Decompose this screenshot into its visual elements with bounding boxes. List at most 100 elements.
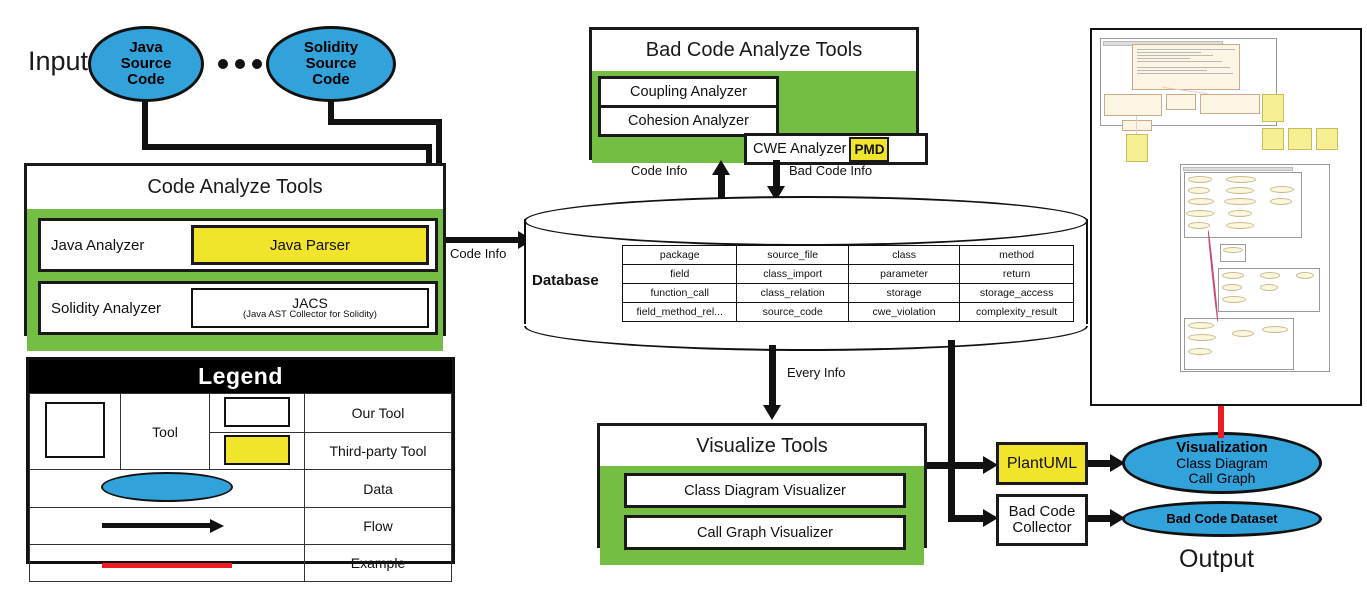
bad-code-collector-box[interactable]: Bad Code Collector	[996, 494, 1088, 546]
bad-code-dataset-node[interactable]: Bad Code Dataset	[1122, 501, 1322, 537]
thumb-node	[1222, 284, 1242, 291]
thumb-node	[1188, 322, 1214, 329]
thumb-class-a	[1104, 94, 1162, 116]
thumb-node	[1188, 222, 1210, 229]
thumb-class-c	[1200, 94, 1260, 114]
legend-tool-swatch-cell	[29, 393, 121, 470]
thumb-note-3	[1288, 128, 1312, 150]
thumb-node	[1270, 186, 1294, 193]
thumb-node	[1188, 334, 1216, 341]
thumb-node	[1232, 330, 1254, 337]
plantuml-box[interactable]: PlantUML	[996, 442, 1088, 485]
thumb-note-5	[1126, 134, 1148, 162]
table-row: field class_import parameter return	[621, 264, 1074, 284]
thumb-node	[1222, 272, 1244, 279]
legend-flow-swatch-cell	[29, 507, 305, 545]
solidity-source-code-node[interactable]: Solidity Source Code	[266, 26, 396, 102]
table-cell: parameter	[847, 264, 961, 284]
legend-row-flow: Flow	[29, 507, 452, 545]
thumb-node	[1270, 198, 1292, 205]
coupling-analyzer-label: Coupling Analyzer	[630, 84, 747, 100]
table-cell: method	[959, 245, 1074, 265]
output-label: Output	[1179, 545, 1255, 573]
connector-java-horizontal	[142, 144, 432, 150]
code-analyze-tools-title: Code Analyze Tools	[147, 176, 323, 198]
thumb-note-2	[1262, 128, 1284, 150]
collector-line: Bad Code	[1008, 502, 1076, 520]
flow-label-every-info: Every Info	[787, 365, 846, 380]
thumb-node	[1188, 176, 1212, 183]
bad-code-analyze-tools-panel: Bad Code Analyze Tools Coupling Analyzer…	[589, 27, 928, 165]
bad-code-analyze-tools-title: Bad Code Analyze Tools	[645, 39, 863, 61]
java-parser-box[interactable]: Java Parser	[191, 225, 429, 265]
jacs-subtitle: (Java AST Collector for Solidity)	[243, 309, 377, 321]
solidity-analyzer-row[interactable]: Solidity Analyzer JACS (Java AST Collect…	[38, 281, 438, 335]
connector-viz-out	[927, 462, 987, 469]
table-cell: storage_access	[959, 283, 1074, 303]
legend-row-example: Example	[29, 544, 452, 582]
visualize-tools-panel: Visualize Tools Class Diagram Visualizer…	[597, 423, 927, 565]
code-analyze-tools-panel: Code Analyze Tools Java Analyzer Java Pa…	[24, 163, 446, 351]
example-screenshot-thumbnail[interactable]	[1090, 28, 1362, 406]
legend: Legend Tool Our Tool Third-party Tool Da…	[26, 357, 455, 582]
tool-box-swatch	[45, 402, 105, 458]
call-graph-visualizer-box[interactable]: Call Graph Visualizer	[624, 515, 906, 550]
thumb-node	[1222, 296, 1246, 303]
legend-example-label-cell: Example	[304, 544, 452, 582]
thumb-node	[1260, 272, 1280, 279]
legend-label: Flow	[363, 518, 393, 534]
bad-code-analyze-tools-body: Coupling Analyzer Cohesion Analyzer CWE …	[592, 71, 928, 165]
thumb-class-main	[1132, 44, 1240, 90]
cwe-analyzer-box[interactable]: CWE Analyzer PMD	[744, 133, 928, 165]
collector-line: Collector	[1012, 519, 1072, 536]
table-cell: field_method_rel...	[621, 302, 738, 322]
visualization-output-node[interactable]: Visualization Class Diagram Call Graph	[1122, 432, 1322, 494]
legend-row-data: Data	[29, 469, 452, 508]
legend-data-swatch-cell	[29, 469, 305, 508]
class-diagram-visualizer-label: Class Diagram Visualizer	[684, 482, 846, 499]
legend-our-tool-label-cell: Our Tool	[304, 393, 452, 433]
flow-label-bad-code-info: Bad Code Info	[789, 163, 873, 178]
thumb-node	[1224, 198, 1256, 205]
node-line: Java	[129, 39, 163, 57]
jacs-title: JACS	[292, 294, 328, 311]
cwe-analyzer-label: CWE Analyzer	[753, 141, 847, 157]
table-cell: source_code	[736, 302, 849, 322]
table-cell: package	[621, 245, 738, 265]
flow-arrow-swatch	[102, 519, 232, 533]
jacs-box[interactable]: JACS (Java AST Collector for Solidity)	[191, 288, 429, 328]
flow-label-code-info-badcode: Code Info	[631, 163, 688, 178]
legend-row-our-tool: Tool Our Tool	[29, 393, 452, 470]
thumb-node	[1223, 247, 1243, 253]
java-analyzer-label: Java Analyzer	[51, 236, 145, 254]
legend-label: Third-party Tool	[329, 443, 427, 459]
table-row: function_call class_relation storage sto…	[621, 283, 1074, 303]
connector-solidity-horizontal	[328, 119, 442, 125]
connector-db-right-down	[948, 340, 955, 467]
thumb-node	[1226, 176, 1256, 183]
table-cell: class_relation	[736, 283, 849, 303]
node-line: Code	[127, 70, 165, 88]
pmd-box[interactable]: PMD	[849, 136, 890, 162]
input-label: Input	[28, 46, 89, 76]
database-schema-table: package source_file class method field c…	[621, 245, 1074, 322]
table-cell: return	[959, 264, 1074, 284]
table-cell: class	[847, 245, 961, 265]
node-line: Source	[120, 55, 172, 73]
legend-title: Legend	[29, 360, 452, 393]
java-analyzer-row[interactable]: Java Analyzer Java Parser	[38, 218, 438, 272]
flow-label-code-info-db: Code Info	[450, 246, 507, 261]
coupling-analyzer-box[interactable]: Coupling Analyzer	[598, 76, 779, 108]
node-line: Code	[312, 70, 350, 88]
diagram-canvas: Input Java Source Code Solidity Source C…	[0, 0, 1367, 593]
legend-example-swatch-cell	[29, 544, 305, 582]
node-line: Source	[305, 55, 357, 73]
connector-badcodeinfo-db	[773, 160, 780, 188]
visualization-title: Visualization	[1176, 439, 1268, 457]
java-source-code-node[interactable]: Java Source Code	[88, 26, 204, 102]
thumb-node	[1188, 187, 1210, 194]
bad-code-dataset-label: Bad Code Dataset	[1166, 511, 1278, 527]
table-cell: storage	[847, 283, 961, 303]
class-diagram-visualizer-box[interactable]: Class Diagram Visualizer	[624, 473, 906, 508]
connector-codeinfo-db	[446, 237, 522, 243]
